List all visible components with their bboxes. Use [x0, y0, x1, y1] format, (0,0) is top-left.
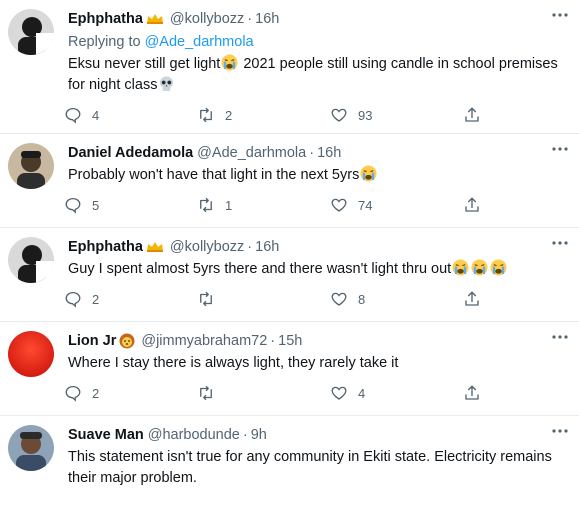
tweet-suave-man[interactable]: Suave Man @harbodunde · 9h This statemen…	[0, 416, 579, 507]
tweet-text-part: This statement isn't true for any commun…	[68, 449, 552, 486]
display-name[interactable]: Lion Jr	[68, 331, 116, 351]
retweet-button[interactable]	[197, 290, 330, 308]
more-icon[interactable]	[551, 332, 569, 342]
retweet-count: 1	[225, 197, 233, 213]
reply-button[interactable]: 5	[64, 196, 197, 214]
like-count: 74	[358, 197, 373, 213]
like-count: 8	[358, 291, 366, 307]
tweet-text-part: Where I stay there is always light, they…	[68, 355, 399, 371]
heart-icon	[331, 108, 347, 122]
reply-count: 5	[92, 197, 100, 213]
more-icon[interactable]	[551, 10, 569, 20]
like-count: 4	[358, 385, 366, 401]
like-button[interactable]: 74	[330, 196, 463, 214]
user-handle[interactable]: @harbodunde	[148, 425, 240, 445]
like-button[interactable]: 4	[330, 384, 463, 402]
more-icon[interactable]	[551, 426, 569, 436]
crown-emoji	[146, 241, 164, 253]
like-count: 93	[358, 107, 373, 123]
like-button[interactable]: 93	[330, 106, 463, 124]
share-button[interactable]	[463, 384, 503, 402]
share-icon	[465, 385, 479, 400]
heart-icon	[331, 292, 347, 306]
tweet-ephphatha-2[interactable]: Ephphatha @kollybozz · 16h Guy I spent a…	[0, 228, 579, 322]
tweet-text: This statement isn't true for any commun…	[68, 447, 565, 489]
retweet-icon	[200, 291, 212, 307]
retweet-icon	[200, 197, 212, 213]
skull-emoji	[158, 75, 175, 92]
avatar[interactable]	[8, 237, 54, 283]
share-icon	[465, 107, 479, 122]
tweet-text: Probably won't have that light in the ne…	[68, 165, 565, 186]
retweet-icon	[200, 385, 212, 401]
more-icon[interactable]	[551, 238, 569, 248]
like-button[interactable]: 8	[330, 290, 463, 308]
share-icon	[465, 291, 479, 306]
share-button[interactable]	[463, 196, 503, 214]
reply-button[interactable]: 2	[64, 290, 197, 308]
retweet-button[interactable]: 2	[197, 106, 330, 124]
reply-icon	[65, 197, 81, 214]
separator: ·	[270, 333, 276, 349]
tweet-text-part: Probably won't have that light in the ne…	[68, 167, 360, 183]
avatar[interactable]	[8, 143, 54, 189]
reply-icon	[65, 291, 81, 308]
crying-face-emoji	[490, 259, 507, 276]
user-handle[interactable]: @kollybozz	[170, 237, 244, 257]
user-handle[interactable]: @Ade_darhmola	[197, 143, 306, 163]
share-button[interactable]	[463, 106, 503, 124]
share-icon	[465, 197, 479, 212]
user-handle[interactable]: @jimmyabraham72	[141, 331, 267, 351]
display-name[interactable]: Daniel Adedamola	[68, 143, 193, 163]
separator: ·	[247, 239, 253, 255]
reply-count: 2	[92, 291, 100, 307]
avatar[interactable]	[8, 331, 54, 377]
separator: ·	[247, 11, 253, 27]
reply-button[interactable]: 4	[64, 106, 197, 124]
tweet-text: Eksu never still get light 2021 people s…	[68, 54, 565, 96]
crying-face-emoji	[452, 259, 469, 276]
tweet-lion-jr[interactable]: Lion Jr @jimmyabraham72 · 15h Where I st…	[0, 322, 579, 416]
share-button[interactable]	[463, 290, 503, 308]
avatar[interactable]	[8, 9, 54, 55]
crying-face-emoji	[471, 259, 488, 276]
heart-icon	[331, 198, 347, 212]
tweet-text-part: Eksu never still get light	[68, 56, 221, 72]
reply-count: 2	[92, 385, 100, 401]
reply-icon	[65, 385, 81, 402]
crying-face-emoji	[221, 54, 238, 71]
retweet-icon	[200, 107, 212, 123]
timestamp[interactable]: 16h	[255, 237, 279, 257]
display-name[interactable]: Ephphatha	[68, 237, 143, 257]
timestamp[interactable]: 16h	[255, 9, 279, 29]
separator: ·	[242, 427, 248, 443]
retweet-count: 2	[225, 107, 233, 123]
replying-to: Replying to @Ade_darhmola	[68, 32, 565, 52]
timestamp[interactable]: 16h	[317, 143, 341, 163]
reply-mention-link[interactable]: @Ade_darhmola	[145, 34, 254, 50]
reply-button[interactable]: 2	[64, 384, 197, 402]
timestamp[interactable]: 15h	[278, 331, 302, 351]
replying-to-label: Replying to	[68, 34, 145, 50]
heart-icon	[331, 386, 347, 400]
retweet-button[interactable]: 1	[197, 196, 330, 214]
display-name[interactable]: Ephphatha	[68, 9, 143, 29]
tweet-text: Where I stay there is always light, they…	[68, 353, 565, 374]
reply-icon	[65, 107, 81, 124]
separator: ·	[309, 145, 315, 161]
retweet-button[interactable]	[197, 384, 330, 402]
tweet-ephphatha-1[interactable]: Ephphatha @kollybozz · 16h Replying to @…	[0, 0, 579, 134]
tweet-text: Guy I spent almost 5yrs there and there …	[68, 259, 565, 280]
crown-emoji	[146, 13, 164, 25]
user-handle[interactable]: @kollybozz	[170, 9, 244, 29]
reply-count: 4	[92, 107, 100, 123]
crying-face-emoji	[360, 165, 377, 182]
avatar[interactable]	[8, 425, 54, 471]
display-name[interactable]: Suave Man	[68, 425, 144, 445]
tweet-daniel-adedamola[interactable]: Daniel Adedamola @Ade_darhmola · 16h Pro…	[0, 134, 579, 228]
lion-emoji	[119, 333, 135, 349]
timestamp[interactable]: 9h	[251, 425, 267, 445]
tweet-text-part: Guy I spent almost 5yrs there and there …	[68, 261, 452, 277]
more-icon[interactable]	[551, 144, 569, 154]
